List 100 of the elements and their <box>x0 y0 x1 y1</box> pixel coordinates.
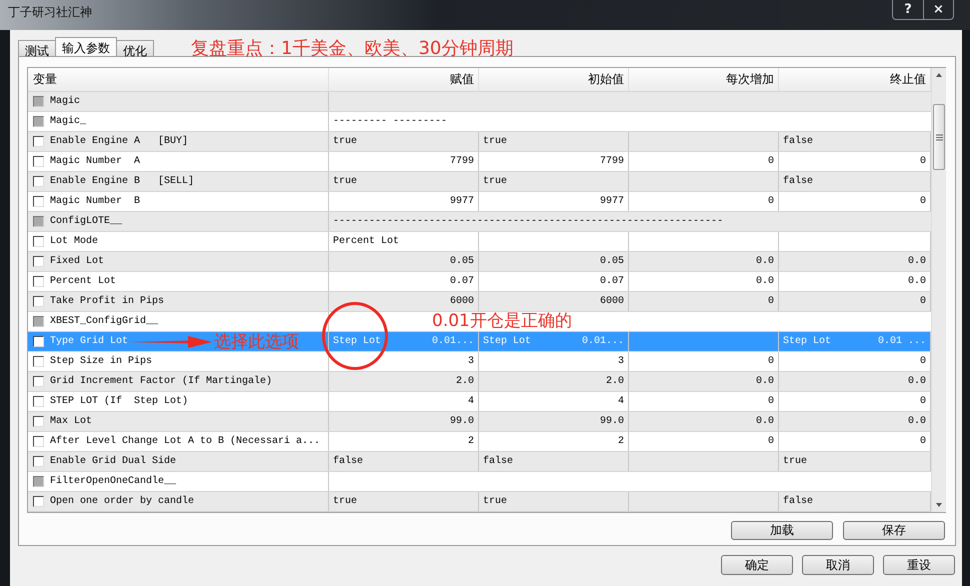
table-row[interactable]: After Level Change Lot A to B (Necessari a... 2 2 0 0 <box>28 432 931 452</box>
table-cell: 2.0 <box>479 372 629 391</box>
annotation-text: 0.01开仓是正确的 <box>432 310 572 332</box>
parameter-name: Enable Engine B [SELL] <box>50 176 194 187</box>
table-cell: Percent Lot <box>329 232 479 251</box>
parameter-name: FilterOpenOneCandle__ <box>50 476 176 487</box>
table-row[interactable]: Enable Engine B [SELL] true true false <box>28 172 931 192</box>
parameter-name: Open one order by candle <box>50 496 194 507</box>
parameter-name: Magic Number A <box>50 156 140 167</box>
window-title: 丁子研习社汇神 <box>7 4 92 21</box>
parameter-name: Enable Engine A [BUY] <box>50 136 188 147</box>
checkbox[interactable] <box>33 156 44 167</box>
dialog-button[interactable]: 取消 <box>802 555 874 575</box>
table-cell: 9977 <box>329 192 479 211</box>
checkbox[interactable] <box>33 396 44 407</box>
table-cell-text: --------- --------- <box>332 115 448 129</box>
table-cell: 3 <box>479 352 629 371</box>
parameter-name: Magic_ <box>50 116 86 127</box>
parameter-name: After Level Change Lot A to B (Necessari a... <box>50 436 320 447</box>
table-row[interactable]: Step Size in Pips 3 3 0 0 <box>28 352 931 372</box>
table-cell: 0.05 <box>479 252 629 271</box>
table-row[interactable]: Percent Lot 0.07 0.07 0.0 0.0 <box>28 272 931 292</box>
table-cell: 4 <box>329 392 479 411</box>
checkbox[interactable] <box>33 176 44 187</box>
parameter-name: ConfigLOTE__ <box>50 216 122 227</box>
parameter-name: Step Size in Pips <box>50 356 152 367</box>
table-cell: 0 <box>629 192 779 211</box>
table-row[interactable]: Take Profit in Pips 6000 6000 0 0 <box>28 292 931 312</box>
table-cell: 0 <box>629 392 779 411</box>
parameter-name: STEP LOT (If Step Lot) <box>50 396 188 407</box>
table-row[interactable]: Magic Number A 7799 7799 0 0 <box>28 152 931 172</box>
help-button[interactable]: ? <box>893 0 923 19</box>
parameter-name: Enable Grid Dual Side <box>50 456 176 467</box>
table-row[interactable]: Max Lot 99.0 99.0 0.0 0.0 <box>28 412 931 432</box>
column-header[interactable]: 每次增加 <box>629 68 779 91</box>
checkbox[interactable] <box>33 436 44 447</box>
table-cell: 99.0 <box>479 412 629 431</box>
checkbox[interactable] <box>33 236 44 247</box>
dialog-button[interactable]: 重设 <box>883 555 955 575</box>
checkbox[interactable] <box>33 336 44 347</box>
table-cell-text: ----------------------------------------------------------------- <box>332 215 724 229</box>
checkbox[interactable] <box>33 136 44 147</box>
column-header[interactable]: 变量 <box>28 68 329 91</box>
parameter-name: Fixed Lot <box>50 256 104 267</box>
panel-button[interactable]: 加载 <box>731 521 833 540</box>
table-cell: 0.05 <box>329 252 479 271</box>
table-row[interactable]: Open one order by candle true true false <box>28 492 931 512</box>
checkbox[interactable] <box>33 276 44 287</box>
dialog-button[interactable]: 确定 <box>721 555 793 575</box>
table-cell: 6000 <box>479 292 629 311</box>
tab[interactable]: 优化 <box>116 40 154 56</box>
table-cell: 7799 <box>329 152 479 171</box>
close-button[interactable]: × <box>923 0 953 19</box>
table-cell: 7799 <box>479 152 629 171</box>
table-cell: 4 <box>479 392 629 411</box>
table-cell: 0.0 <box>629 372 779 391</box>
checkbox[interactable] <box>33 296 44 307</box>
table-row[interactable]: Enable Grid Dual Side false false true <box>28 452 931 472</box>
table-row[interactable]: STEP LOT (If Step Lot) 4 4 0 0 <box>28 392 931 412</box>
table-row[interactable]: Magic Number B 9977 9977 0 0 <box>28 192 931 212</box>
tab[interactable]: 输入参数 <box>55 37 117 56</box>
parameter-name: Lot Mode <box>50 236 98 247</box>
table-cell: true <box>479 172 629 191</box>
table-row[interactable]: Enable Engine A [BUY] true true false <box>28 132 931 152</box>
checkbox[interactable] <box>33 196 44 207</box>
table-cell: true <box>479 492 629 511</box>
parameter-name: Take Profit in Pips <box>50 296 164 307</box>
table-cell: 0.0 <box>629 412 779 431</box>
parameter-name: Max Lot <box>50 416 92 427</box>
panel-button[interactable]: 保存 <box>843 521 945 540</box>
table-cell: 0 <box>629 152 779 171</box>
checkbox[interactable] <box>33 456 44 467</box>
table-cell: 0 <box>629 352 779 371</box>
table-cell: 9977 <box>479 192 629 211</box>
table-cell: 2 <box>479 432 629 451</box>
checkbox[interactable] <box>33 496 44 507</box>
parameter-name: Magic Number B <box>50 196 140 207</box>
checkbox[interactable] <box>33 356 44 367</box>
checkbox[interactable] <box>33 376 44 387</box>
scrollbar[interactable] <box>931 68 946 512</box>
table-cell: 0.0 <box>629 252 779 271</box>
tab[interactable]: 测试 <box>18 40 56 56</box>
column-header[interactable]: 赋值 <box>329 68 479 91</box>
table-cell: 2.0 <box>329 372 479 391</box>
table-cell: 0 <box>629 292 779 311</box>
table-cell: true <box>329 172 479 191</box>
table-cell: false <box>479 452 629 471</box>
table-row[interactable]: Fixed Lot 0.05 0.05 0.0 0.0 <box>28 252 931 272</box>
table-cell: 99.0 <box>329 412 479 431</box>
table-row[interactable]: Lot Mode Percent Lot <box>28 232 931 252</box>
parameter-name: Magic <box>50 96 80 107</box>
checkbox[interactable] <box>33 256 44 267</box>
parameter-name: XBEST_ConfigGrid__ <box>50 316 158 327</box>
column-header[interactable]: 初始值 <box>479 68 629 91</box>
table-cell: 0 <box>629 432 779 451</box>
table-row[interactable]: Grid Increment Factor (If Martingale) 2.0 2.0 0.0 0.0 <box>28 372 931 392</box>
checkbox[interactable] <box>33 416 44 427</box>
scroll-thumb[interactable] <box>933 104 945 170</box>
table-cell: 0.07 <box>479 272 629 291</box>
table-cell: 2 <box>329 432 479 451</box>
